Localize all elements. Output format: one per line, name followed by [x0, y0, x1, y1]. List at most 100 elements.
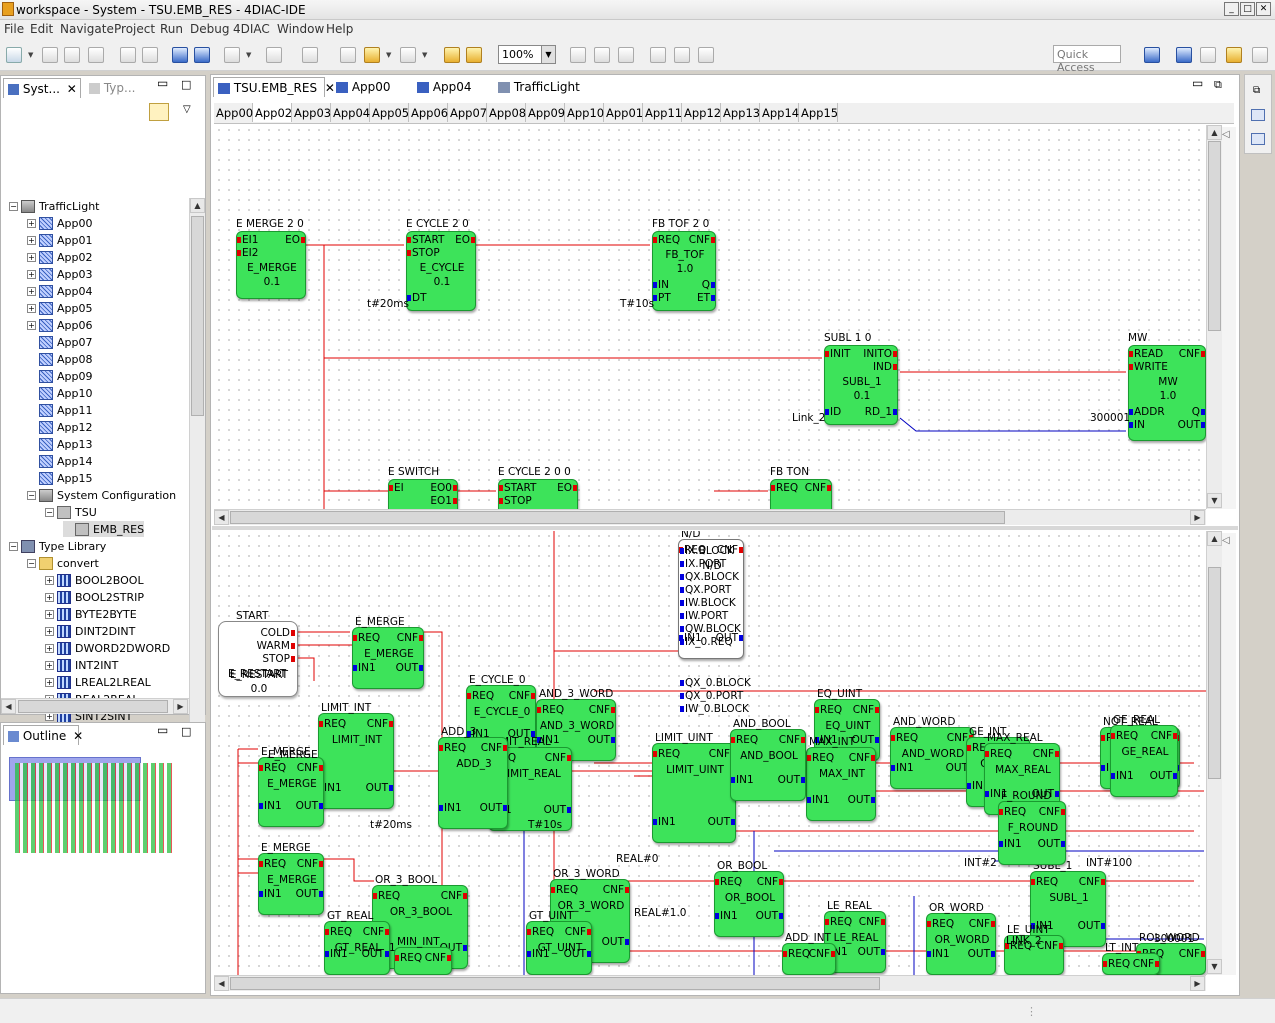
align-center-icon[interactable]	[594, 47, 610, 63]
nd-port[interactable]: IW_0.BLOCK	[680, 703, 749, 715]
event-input-port[interactable]: INIT	[825, 348, 850, 360]
event-output-port[interactable]: CNF	[969, 918, 995, 930]
palette-chevron-left-icon[interactable]: ◁	[1222, 129, 1230, 140]
event-output-port[interactable]: IND	[873, 361, 897, 373]
event-input-port[interactable]: REQ	[891, 732, 918, 744]
tab-app11[interactable]: App11	[643, 103, 682, 122]
event-input-port[interactable]: REQ	[771, 482, 798, 494]
nd-port[interactable]: QX.PORT	[680, 584, 731, 596]
tree-item-app11[interactable]: App11	[27, 402, 93, 418]
tree-item-emb-res[interactable]: EMB_RES	[63, 521, 145, 537]
link-with-editor-icon[interactable]	[149, 103, 169, 121]
data-input-port[interactable]: IN1	[731, 774, 754, 786]
scroll-thumb[interactable]	[230, 977, 880, 990]
nd-port[interactable]: QX.BLOCK	[680, 571, 739, 583]
align-middle-icon[interactable]	[674, 47, 690, 63]
collapse-icon[interactable]: −	[9, 541, 18, 551]
chevron-down-icon[interactable]: ▼	[541, 46, 555, 63]
event-input-port[interactable]: REQ	[395, 952, 422, 964]
menu-window[interactable]: Window	[277, 22, 324, 36]
splitter[interactable]	[212, 526, 1238, 530]
event-output-port[interactable]: CNF	[367, 718, 393, 730]
expand-icon[interactable]: +	[45, 592, 54, 602]
expand-icon[interactable]: +	[45, 575, 54, 585]
maximize-view-button[interactable]: □	[181, 725, 191, 738]
data-output-port[interactable]: Q	[1192, 406, 1205, 418]
function-block-f-round[interactable]: F_ROUND REQ CNF F_ROUND IN1 OUT	[998, 790, 1066, 865]
data-input-port[interactable]: IN1	[353, 662, 376, 674]
event-input-port[interactable]: REQ	[467, 690, 494, 702]
event-output-port[interactable]: CNF	[1133, 958, 1159, 970]
function-block-limit-int[interactable]: LIMIT_INT REQ CNF LIMIT_INT IN1 OUT	[318, 702, 394, 809]
event-input-port[interactable]: REQ	[715, 876, 742, 888]
undo-icon[interactable]	[444, 47, 460, 63]
search-dropdown-icon[interactable]: ▼	[246, 51, 252, 59]
event-output-port[interactable]: CNF	[441, 890, 467, 902]
function-block-lt-int[interactable]: LT_INT REQ CNF	[1102, 942, 1160, 975]
event-output-port[interactable]: CNF	[1179, 948, 1205, 960]
event-input-port[interactable]: REQ	[537, 704, 564, 716]
tree-horizontal-scrollbar[interactable]: ◀ ▶	[1, 698, 189, 714]
last-edit-icon[interactable]	[340, 47, 356, 63]
event-input-port[interactable]: REQ	[325, 926, 352, 938]
deployment-perspective-icon[interactable]	[1200, 47, 1216, 63]
function-block-min-int[interactable]: MIN_INT REQ CNF	[394, 936, 452, 975]
data-input-port[interactable]: DT	[407, 292, 427, 304]
print-icon[interactable]	[88, 47, 104, 63]
event-input-port[interactable]: REQ	[259, 858, 286, 870]
data-input-port[interactable]: PT	[653, 292, 671, 304]
expand-icon[interactable]: +	[27, 286, 36, 296]
data-output-port[interactable]: OUT	[296, 800, 323, 812]
collapse-icon[interactable]: −	[27, 558, 36, 568]
close-icon[interactable]: ✕	[67, 82, 77, 96]
function-block-add-int[interactable]: ADD_INT REQ CNF	[782, 932, 836, 975]
function-block-and-bool[interactable]: AND_BOOL REQ CNF AND_BOOL IN1 OUT	[730, 718, 806, 801]
data-input-port[interactable]: IN1	[891, 762, 914, 774]
bottom-palette-collapsed[interactable]: ◁	[1222, 533, 1236, 975]
event-input-port[interactable]: REQ	[353, 632, 380, 644]
event-output-port[interactable]: CNF	[363, 926, 389, 938]
system-perspective-icon[interactable]	[1176, 47, 1192, 63]
tab-app08[interactable]: App08	[487, 103, 526, 122]
tab-app15[interactable]: App15	[799, 103, 838, 122]
event-input-port[interactable]: STOP	[499, 495, 532, 507]
tab-app13[interactable]: App13	[721, 103, 760, 122]
deploy-icon[interactable]	[194, 47, 210, 63]
nd-port[interactable]: IW.PORT	[680, 610, 728, 622]
data-output-port[interactable]: OUT	[858, 946, 885, 958]
data-output-port[interactable]: Q	[702, 279, 715, 291]
top-palette-collapsed[interactable]: ◁	[1222, 127, 1236, 509]
export-icon[interactable]	[120, 47, 136, 63]
data-output-port[interactable]: OUT	[1150, 770, 1177, 782]
scroll-right-icon[interactable]: ▶	[1190, 510, 1205, 525]
data-output-port[interactable]: OUT	[588, 734, 615, 746]
properties-view-icon[interactable]	[1251, 109, 1265, 121]
nd-port[interactable]: IX.PORT	[680, 558, 726, 570]
tab-app00[interactable]: App00	[332, 77, 408, 97]
tree-item-system-configuration[interactable]: − System Configuration	[27, 487, 176, 503]
align-right-icon[interactable]	[618, 47, 634, 63]
next-annotation-icon[interactable]	[266, 47, 282, 63]
tab-app07[interactable]: App07	[448, 103, 487, 122]
event-input-port[interactable]: REQ	[1031, 876, 1058, 888]
redo-icon[interactable]	[466, 47, 482, 63]
event-input-port[interactable]: EI	[389, 482, 404, 494]
nd-port[interactable]: IX_0.REQ	[680, 636, 733, 648]
nd-port[interactable]: QX_0.BLOCK	[680, 677, 751, 689]
function-block-fb-tof-2-0[interactable]: REQ CNF FB_TOF 1.0 IN PT Q ET	[652, 231, 716, 311]
open-perspective-icon[interactable]	[1144, 47, 1160, 63]
function-block-gt-real[interactable]: GT_REAL REQ CNF GT_REAL IN1 OUT	[324, 910, 390, 975]
event-output-port[interactable]: CNF	[805, 482, 831, 494]
scroll-down-icon[interactable]: ▼	[1207, 493, 1222, 508]
tab-trafficlight[interactable]: TrafficLight	[494, 77, 590, 97]
function-block-e-switch[interactable]: EI EO0 EO1	[388, 479, 458, 509]
event-output-port[interactable]: CNF	[425, 952, 451, 964]
data-input-port[interactable]: IN1	[653, 816, 676, 828]
scroll-right-icon[interactable]: ▶	[1190, 976, 1205, 991]
event-output-port[interactable]: EO1	[430, 495, 457, 507]
event-output-port[interactable]: CNF	[481, 742, 507, 754]
palette-view-icon[interactable]	[1251, 133, 1265, 145]
event-input-port[interactable]: REQ	[653, 748, 680, 760]
data-output-port[interactable]: OUT	[544, 804, 571, 816]
event-input-port[interactable]: REQ	[815, 704, 842, 716]
